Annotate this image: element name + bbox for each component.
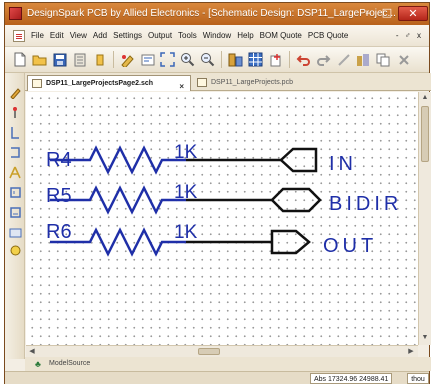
bus-tool-icon[interactable] — [8, 145, 22, 159]
tab-model-source[interactable]: ♣ ModelSource — [35, 358, 90, 370]
tab-label: DSP11_LargeProjectsPage2.sch — [46, 80, 154, 87]
horizontal-scrollbar[interactable]: ◀ ▶ — [26, 345, 418, 357]
menu-tools[interactable]: Tools — [178, 31, 197, 40]
toolbar-separator — [221, 51, 222, 68]
window-title: DesignSpark PCB by Allied Electronics - … — [27, 8, 396, 19]
toolbar-separator — [289, 51, 290, 68]
units-selector[interactable]: thou — [407, 373, 429, 384]
bottom-panel: ♣ ModelSource — [25, 357, 431, 371]
document-tab-bar: DSP11_LargeProjectsPage2.sch × DSP11_Lar… — [25, 73, 431, 91]
menu-add[interactable]: Add — [93, 31, 107, 40]
properties-icon[interactable] — [119, 51, 136, 68]
close-button[interactable]: ✕ — [398, 6, 428, 21]
resistor-ref-label: R6 — [46, 221, 72, 243]
port-bidir-symbol[interactable] — [270, 187, 322, 213]
resistor-r4[interactable]: R4 1K — [46, 142, 198, 175]
menu-bar: File Edit View Add Settings Output Tools… — [5, 25, 429, 47]
port-in-label: IN — [329, 153, 357, 175]
maximize-button[interactable]: □ — [378, 6, 396, 21]
port-bidir-label: BIDIR — [329, 193, 402, 215]
block-tool-icon[interactable] — [8, 205, 22, 219]
left-toolbar — [5, 73, 25, 359]
resistor-r5[interactable]: R5 1K — [46, 182, 198, 215]
copy-icon[interactable] — [375, 51, 392, 68]
select-tool-icon[interactable] — [8, 85, 22, 99]
scroll-up-icon[interactable]: ▲ — [420, 93, 430, 103]
resistor-value-label: 1K — [174, 222, 198, 243]
route-icon[interactable] — [335, 51, 352, 68]
tab-label: ModelSource — [49, 360, 91, 367]
components-icon[interactable] — [227, 51, 244, 68]
port-out-symbol[interactable] — [270, 229, 311, 255]
schematic-drawing: R4 1K IN R5 1K BIDIR R6 1K OUT — [46, 142, 402, 257]
circle-tool-icon[interactable] — [8, 243, 22, 257]
add-sheet-icon[interactable] — [267, 51, 284, 68]
status-bar: Abs 17324.96 24988.41 thou — [5, 371, 429, 384]
port-in-symbol[interactable] — [279, 147, 318, 173]
document-menu-icon[interactable] — [13, 30, 25, 42]
tab-label: DSP11_LargeProjects.pcb — [211, 79, 293, 86]
toolbar-separator — [113, 51, 114, 68]
app-window: DesignSpark PCB by Allied Electronics - … — [4, 2, 431, 384]
vertical-scroll-thumb[interactable] — [421, 106, 429, 162]
save-icon[interactable] — [51, 51, 68, 68]
delete-icon[interactable] — [395, 51, 412, 68]
main-toolbar — [5, 47, 429, 73]
app-logo-icon — [9, 7, 22, 20]
save-all-icon[interactable] — [71, 51, 88, 68]
line-tool-icon[interactable] — [8, 125, 22, 139]
menu-items: File Edit View Add Settings Output Tools… — [31, 31, 348, 40]
menu-view[interactable]: View — [70, 31, 87, 40]
schematic-file-icon — [32, 79, 42, 88]
component-tool-icon[interactable] — [8, 185, 22, 199]
mdi-window-controls[interactable]: - ♂ x — [396, 31, 423, 40]
undo-icon[interactable] — [295, 51, 312, 68]
vertical-scrollbar[interactable]: ▲ ▼ — [418, 92, 431, 345]
title-bar[interactable]: DesignSpark PCB by Allied Electronics - … — [5, 3, 429, 25]
resistor-r6[interactable]: R6 1K — [46, 221, 198, 257]
pin-tool-icon[interactable] — [8, 105, 22, 119]
tab-pcb-layout[interactable]: DSP11_LargeProjects.pcb — [193, 75, 313, 91]
image-tool-icon[interactable] — [8, 225, 22, 239]
open-folder-icon[interactable] — [31, 51, 48, 68]
schematic-canvas[interactable]: R4 1K IN R5 1K BIDIR R6 1K OUT — [26, 92, 418, 345]
pcb-file-icon — [197, 78, 207, 87]
scroll-left-icon[interactable]: ◀ — [27, 347, 37, 357]
horizontal-scroll-thumb[interactable] — [198, 348, 220, 355]
port-out-label: OUT — [323, 235, 377, 257]
design-icon[interactable] — [139, 51, 156, 68]
model-source-icon: ♣ — [35, 359, 41, 369]
menu-bom-quote[interactable]: BOM Quote — [260, 31, 302, 40]
zoom-in-icon[interactable] — [179, 51, 196, 68]
scroll-down-icon[interactable]: ▼ — [420, 333, 430, 343]
menu-help[interactable]: Help — [237, 31, 253, 40]
menu-pcb-quote[interactable]: PCB Quote — [308, 31, 348, 40]
menu-window[interactable]: Window — [203, 31, 231, 40]
grid-view-icon[interactable] — [247, 51, 264, 68]
scroll-right-icon[interactable]: ▶ — [406, 347, 416, 357]
cursor-coordinates: Abs 17324.96 24988.41 — [310, 373, 393, 384]
redo-icon[interactable] — [315, 51, 332, 68]
resistor-ref-label: R5 — [46, 185, 72, 207]
new-file-icon[interactable] — [11, 51, 28, 68]
zoom-fit-icon[interactable] — [159, 51, 176, 68]
menu-file[interactable]: File — [31, 31, 44, 40]
text-tool-icon[interactable] — [8, 165, 22, 179]
menu-settings[interactable]: Settings — [113, 31, 142, 40]
menu-edit[interactable]: Edit — [50, 31, 64, 40]
zoom-out-icon[interactable] — [199, 51, 216, 68]
minimize-button[interactable]: – — [359, 6, 377, 21]
library-icon[interactable] — [355, 51, 372, 68]
menu-output[interactable]: Output — [148, 31, 172, 40]
tab-schematic-page2[interactable]: DSP11_LargeProjectsPage2.sch × — [27, 75, 191, 91]
print-icon[interactable] — [91, 51, 108, 68]
